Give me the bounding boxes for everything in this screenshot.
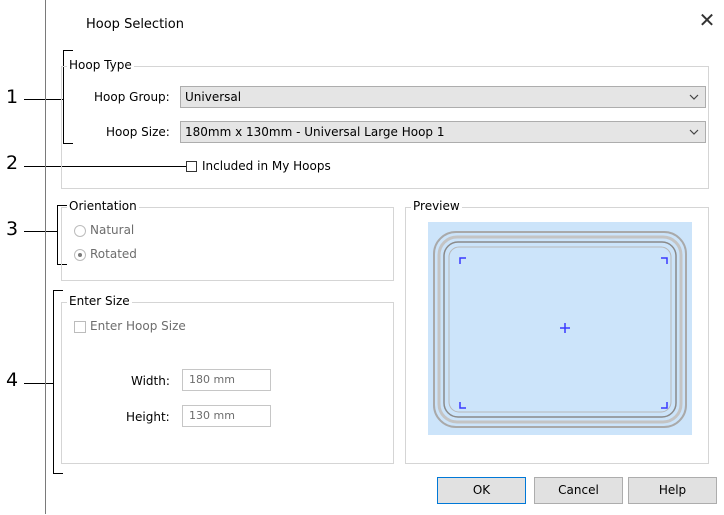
width-label: Width: (131, 374, 170, 388)
rotated-label: Rotated (90, 247, 137, 261)
height-field[interactable]: 130 mm (182, 405, 271, 427)
hoop-preview-graphic (433, 231, 687, 428)
hoop-size-label: Hoop Size: (106, 125, 170, 139)
hoop-type-group-label: Hoop Type (67, 58, 134, 72)
callout-2: 2 (6, 152, 19, 174)
callout-1: 1 (6, 86, 19, 108)
close-icon[interactable]: ✕ (697, 10, 717, 30)
hoop-group-select[interactable]: Universal (180, 86, 706, 108)
enter-hoop-size-label: Enter Hoop Size (90, 319, 186, 333)
natural-label: Natural (90, 223, 135, 237)
hoop-group-value: Universal (185, 90, 242, 104)
natural-radio[interactable] (74, 225, 86, 237)
enter-size-group-label: Enter Size (67, 294, 132, 308)
hoop-size-select[interactable]: 180mm x 130mm - Universal Large Hoop 1 (180, 121, 706, 143)
height-label: Height: (126, 410, 170, 424)
width-field[interactable]: 180 mm (182, 369, 271, 391)
enter-hoop-size-checkbox[interactable] (74, 321, 86, 333)
callout-3: 3 (6, 218, 19, 240)
title-bar: Hoop Selection ✕ (46, 0, 723, 50)
chevron-down-icon (689, 122, 699, 149)
ok-button[interactable]: OK (437, 477, 526, 504)
included-in-my-hoops-checkbox[interactable] (186, 161, 197, 172)
hoop-size-value: 180mm x 130mm - Universal Large Hoop 1 (185, 125, 445, 139)
orientation-group (61, 207, 394, 281)
chevron-down-icon (689, 87, 699, 114)
callout-4: 4 (6, 369, 19, 391)
rotated-radio[interactable] (74, 249, 86, 261)
cancel-button[interactable]: Cancel (534, 477, 623, 504)
included-in-my-hoops-label: Included in My Hoops (202, 159, 331, 173)
preview-group-label: Preview (411, 199, 462, 213)
help-button[interactable]: Help (628, 477, 717, 504)
hoop-group-label: Hoop Group: (94, 90, 170, 104)
dialog-title: Hoop Selection (86, 17, 184, 32)
hoop-preview-canvas (428, 222, 692, 435)
orientation-group-label: Orientation (67, 199, 139, 213)
